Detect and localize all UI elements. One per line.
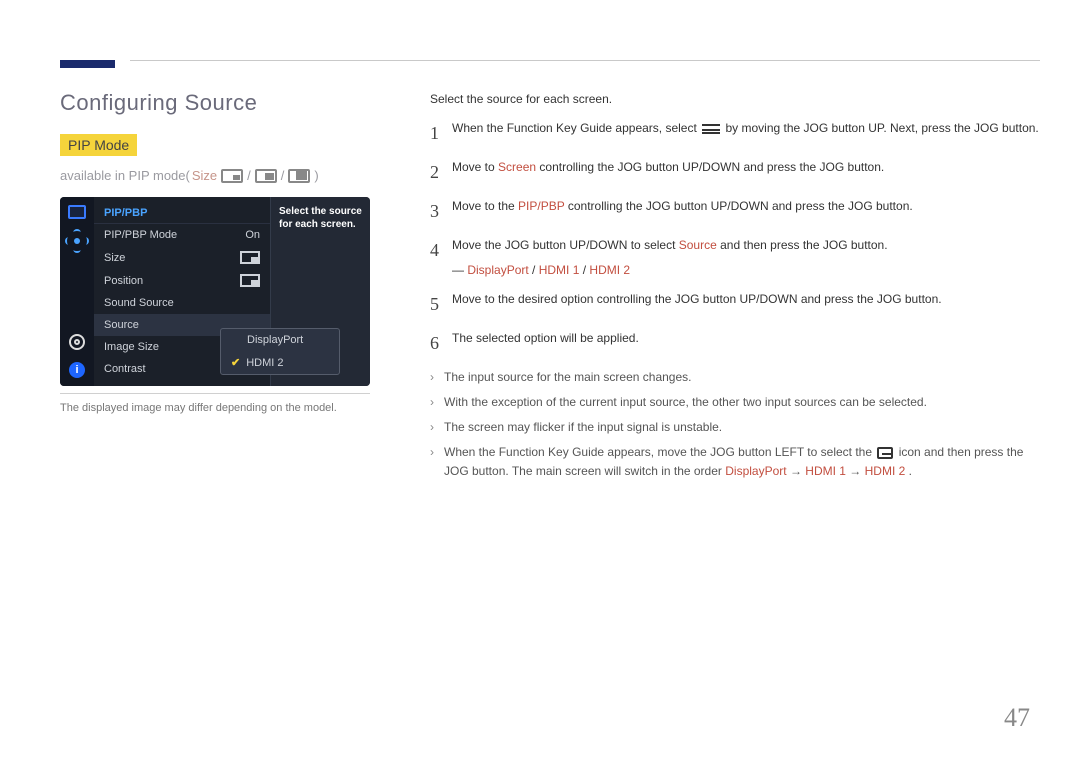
slash: / <box>247 168 251 183</box>
step-4: 4 Move the JOG button UP/DOWN to select … <box>430 236 1040 280</box>
step-6: 6 The selected option will be applied. <box>430 329 1040 358</box>
note-3: The screen may flicker if the input sign… <box>430 418 1040 437</box>
pip-size-large-icon <box>288 169 310 183</box>
gear-icon <box>69 334 85 350</box>
info-icon: i <box>69 362 85 378</box>
note-2: With the exception of the current input … <box>430 393 1040 412</box>
pip-mode-badge: PIP Mode <box>60 134 137 156</box>
section-title: Configuring Source <box>60 90 410 116</box>
pip-size-value-icon <box>240 251 260 264</box>
slash: / <box>281 168 285 183</box>
osd-item-mode: PIP/PBP Mode On <box>94 224 270 246</box>
step-2: 2 Move to Screen controlling the JOG but… <box>430 158 1040 187</box>
footnote-rule <box>60 393 370 394</box>
availability-note: available in PIP mode( Size / / ) <box>60 168 410 183</box>
left-column: Configuring Source PIP Mode available in… <box>60 90 430 487</box>
osd-sidebar: i <box>60 197 94 386</box>
popup-option-displayport: DisplayPort <box>221 329 339 351</box>
osd-item-size: Size <box>94 246 270 269</box>
pip-size-small-icon <box>221 169 243 183</box>
osd-source-popup: DisplayPort ✔ HDMI 2 <box>220 328 340 375</box>
manual-page: Configuring Source PIP Mode available in… <box>0 0 1080 763</box>
avail-size-label: Size <box>192 168 217 183</box>
monitor-icon <box>68 205 86 219</box>
menu-icon <box>702 124 720 134</box>
osd-item-soundsource: Sound Source <box>94 292 270 314</box>
avail-prefix: available in PIP mode( <box>60 168 190 183</box>
check-icon: ✔ <box>231 356 240 369</box>
image-disclaimer: The displayed image may differ depending… <box>60 402 370 414</box>
note-4: When the Function Key Guide appears, mov… <box>430 443 1040 481</box>
osd-menu-title: PIP/PBP <box>94 203 270 224</box>
step-1: 1 When the Function Key Guide appears, s… <box>430 119 1040 148</box>
pip-size-medium-icon <box>255 169 277 183</box>
jog-nav-icon <box>67 231 87 251</box>
steps-list: 1 When the Function Key Guide appears, s… <box>430 119 1040 357</box>
avail-suffix: ) <box>314 168 318 183</box>
content-columns: Configuring Source PIP Mode available in… <box>60 50 1040 487</box>
osd-item-position: Position <box>94 269 270 292</box>
note-1: The input source for the main screen cha… <box>430 368 1040 387</box>
header-accent <box>60 60 115 68</box>
intro-text: Select the source for each screen. <box>430 90 1040 109</box>
notes-list: The input source for the main screen cha… <box>430 368 1040 482</box>
popup-option-hdmi2: ✔ HDMI 2 <box>221 351 339 374</box>
header-rule <box>130 60 1040 61</box>
page-number: 47 <box>1004 703 1030 733</box>
right-column: Select the source for each screen. 1 Whe… <box>430 90 1040 487</box>
step-5: 5 Move to the desired option controlling… <box>430 290 1040 319</box>
source-icon <box>877 447 893 459</box>
step-3: 3 Move to the PIP/PBP controlling the JO… <box>430 197 1040 226</box>
pip-position-value-icon <box>240 274 260 287</box>
